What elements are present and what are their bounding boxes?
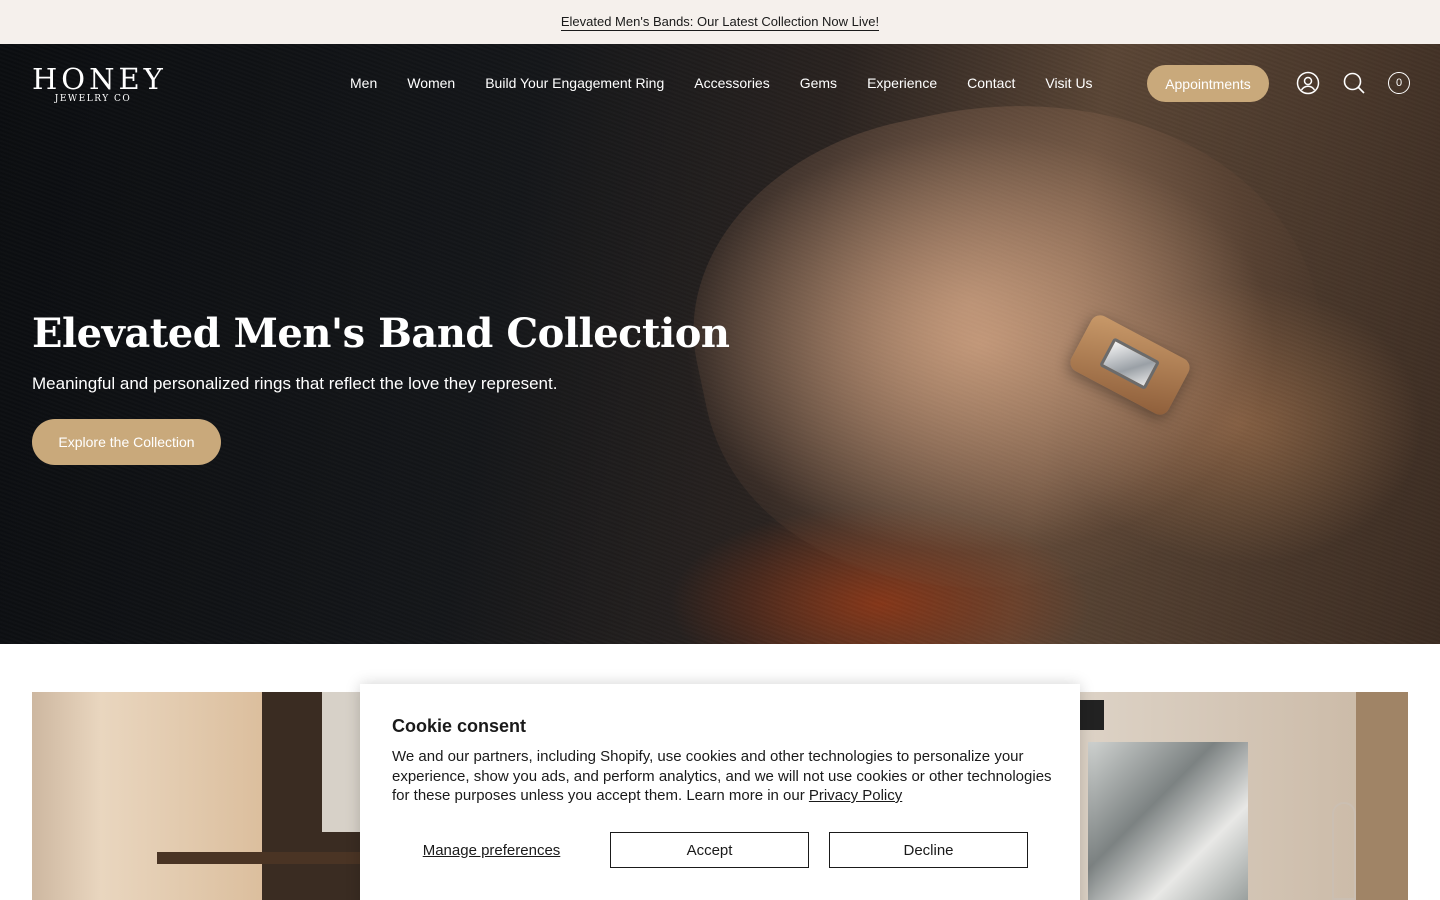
- ring-stone: [1099, 337, 1161, 390]
- announcement-bar: Elevated Men's Bands: Our Latest Collect…: [0, 0, 1440, 44]
- nav-item-contact[interactable]: Contact: [967, 73, 1015, 93]
- appointments-button[interactable]: Appointments: [1147, 65, 1269, 102]
- decline-button[interactable]: Decline: [829, 832, 1028, 868]
- privacy-policy-link[interactable]: Privacy Policy: [809, 787, 902, 804]
- arch-mirror: [1332, 802, 1356, 900]
- hero-subtitle: Meaningful and personalized rings that r…: [32, 374, 558, 393]
- site-logo[interactable]: HONEY JEWELRY CO: [32, 62, 167, 104]
- explore-collection-button[interactable]: Explore the Collection: [32, 419, 221, 465]
- logo-main-text: HONEY: [32, 62, 167, 96]
- main-nav: Men Women Build Your Engagement Ring Acc…: [350, 73, 1093, 93]
- cookie-body-text: We and our partners, including Shopify, …: [392, 748, 1052, 804]
- nav-item-women[interactable]: Women: [407, 73, 455, 93]
- wall-art: [1088, 742, 1248, 900]
- accept-button[interactable]: Accept: [610, 832, 809, 868]
- site-header: HONEY JEWELRY CO Men Women Build Your En…: [0, 44, 1440, 122]
- search-icon[interactable]: [1342, 71, 1366, 95]
- cookie-body: We and our partners, including Shopify, …: [392, 747, 1052, 806]
- cookie-title: Cookie consent: [392, 716, 527, 736]
- cookie-consent-dialog: Cookie consent We and our partners, incl…: [360, 684, 1080, 900]
- wood-post: [1356, 692, 1408, 900]
- cart-icon[interactable]: 0: [1388, 72, 1410, 94]
- announcement-link[interactable]: Elevated Men's Bands: Our Latest Collect…: [560, 14, 880, 31]
- account-icon[interactable]: [1296, 71, 1320, 95]
- cart-count: 0: [1395, 77, 1403, 89]
- nav-item-men[interactable]: Men: [350, 73, 377, 93]
- nav-item-visit-us[interactable]: Visit Us: [1045, 73, 1092, 93]
- hero-title: Elevated Men's Band Collection: [32, 310, 730, 357]
- manage-preferences-button[interactable]: Manage preferences: [392, 832, 591, 868]
- nav-item-gems[interactable]: Gems: [800, 73, 837, 93]
- nav-item-build-engagement-ring[interactable]: Build Your Engagement Ring: [485, 73, 664, 93]
- nav-item-accessories[interactable]: Accessories: [694, 73, 769, 93]
- nav-item-experience[interactable]: Experience: [867, 73, 937, 93]
